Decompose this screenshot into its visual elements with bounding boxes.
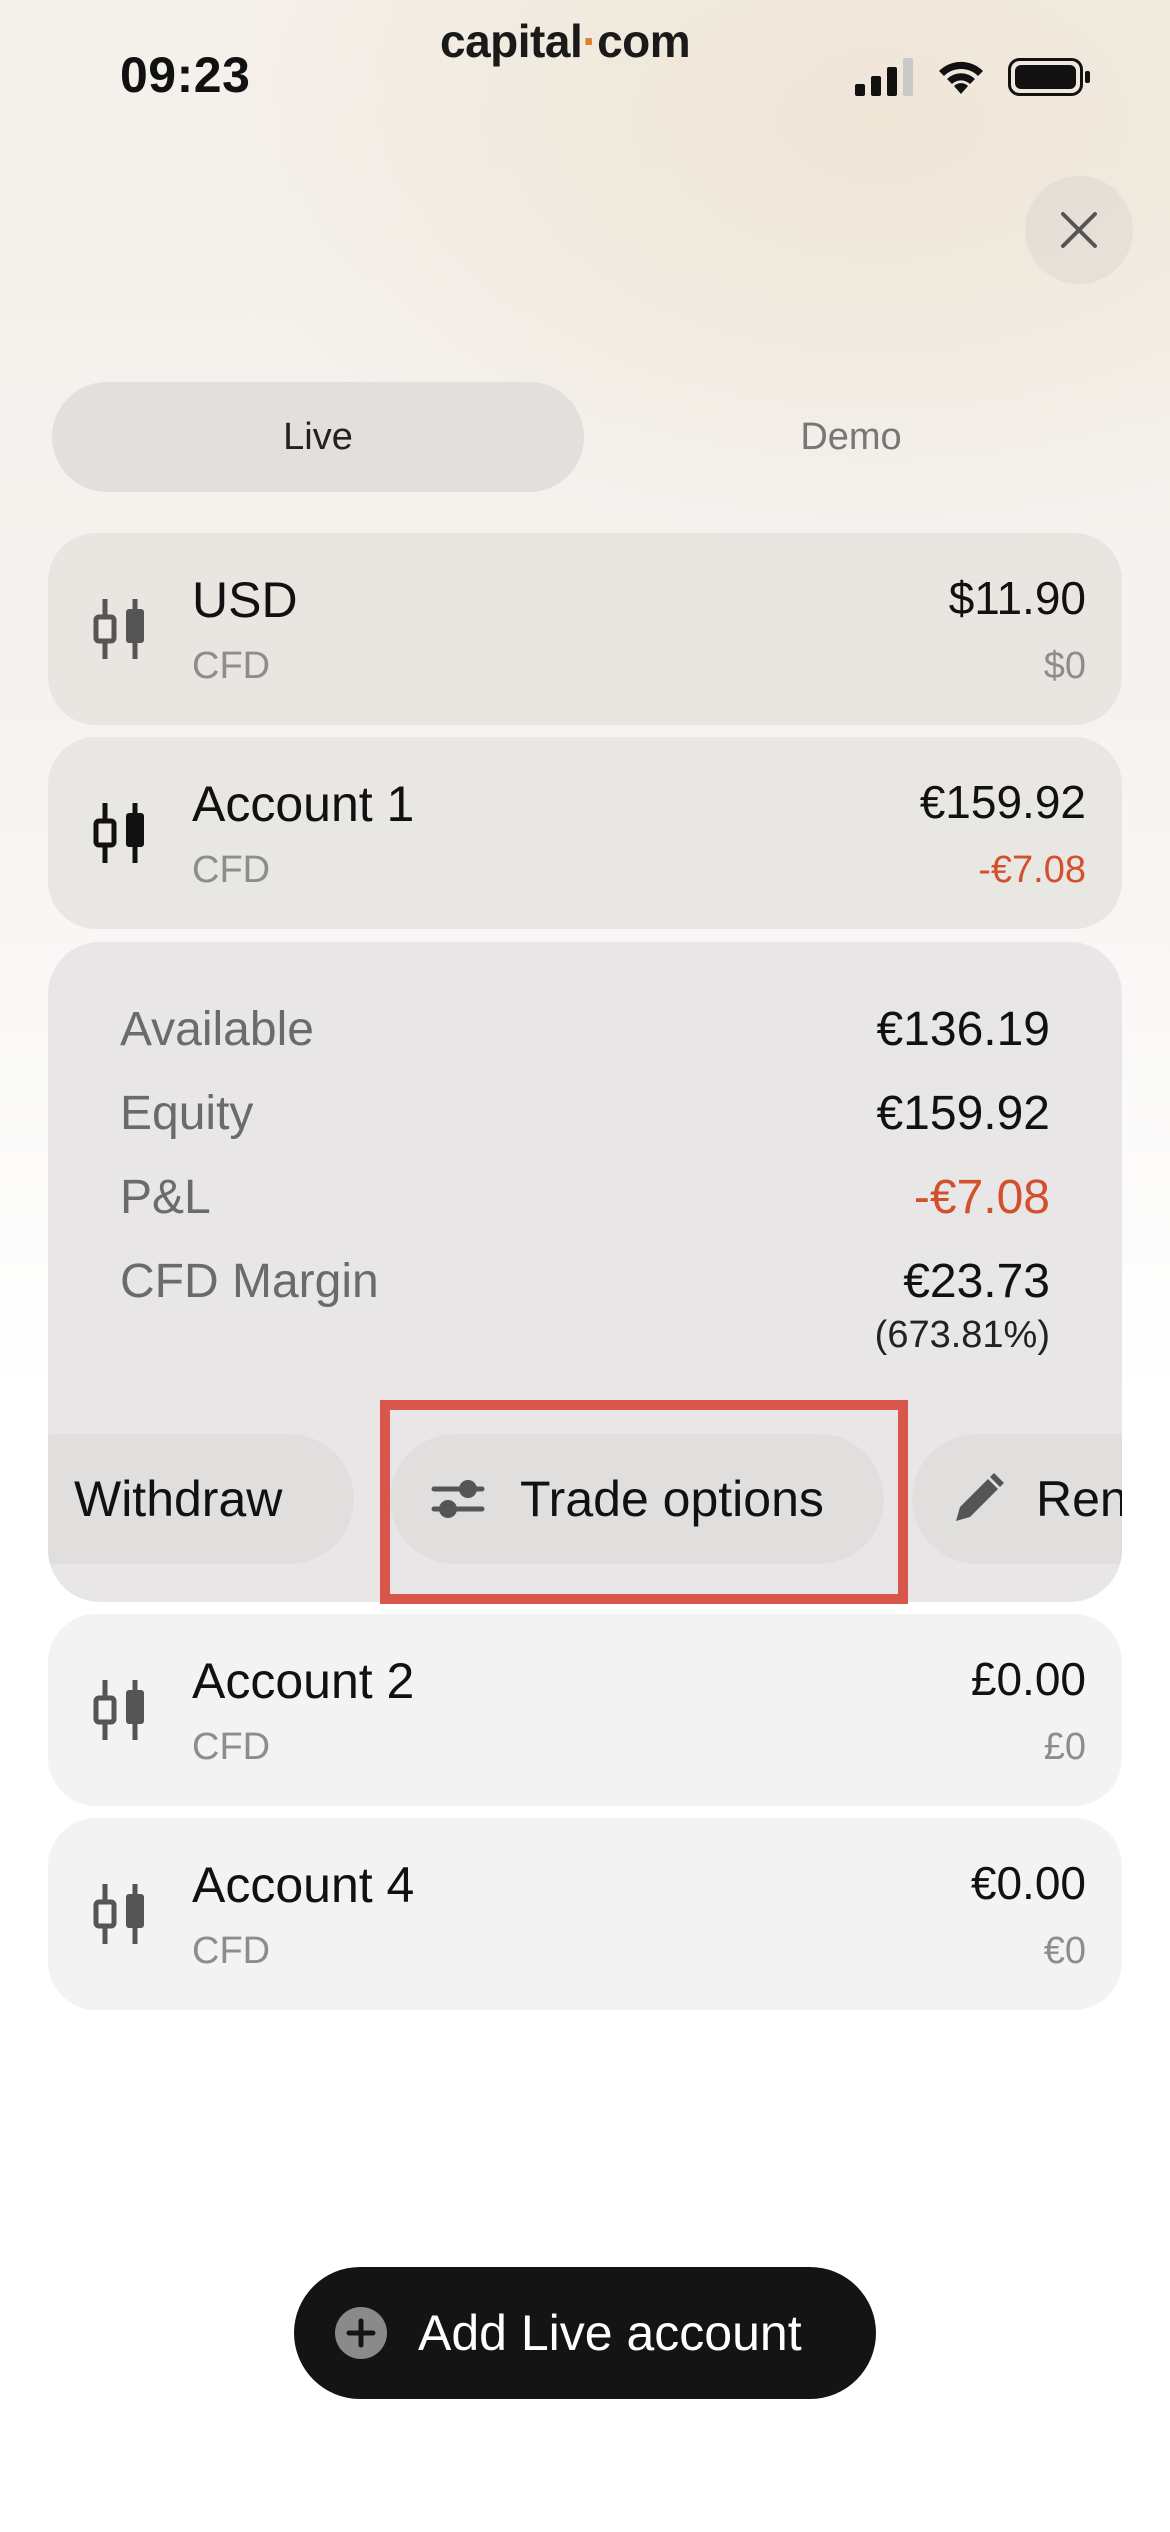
candlestick-icon [93, 1884, 144, 1944]
rename-label: Ren [1036, 1471, 1122, 1527]
margin-percentage: (673.81%) [874, 1314, 1050, 1356]
account-name: Account 4 [192, 1857, 415, 1913]
detail-label: P&L [120, 1171, 211, 1224]
brand-left: capital [440, 15, 583, 67]
account-card-account-1[interactable]: Account 1 CFD €159.92 -€7.08 [48, 737, 1122, 929]
detail-label: Available [120, 1003, 314, 1056]
battery-icon [1008, 58, 1090, 96]
rename-button[interactable]: Ren [912, 1434, 1122, 1564]
account-name: Account 2 [192, 1653, 415, 1709]
account-pnl: -€7.08 [978, 849, 1086, 891]
account-name: USD [192, 572, 298, 628]
account-pnl: £0 [1043, 1726, 1086, 1768]
status-time: 09:23 [120, 47, 251, 103]
account-pnl: €0 [1043, 1930, 1086, 1972]
brand-dot: · [582, 15, 598, 67]
wifi-icon [939, 61, 983, 94]
detail-value: -€7.08 [913, 1171, 1050, 1224]
plus-circle-icon [335, 2307, 387, 2359]
add-live-account-button[interactable]: Add Live account [294, 2267, 876, 2399]
withdraw-button[interactable]: Withdraw [48, 1434, 354, 1564]
detail-value: €136.19 [876, 1003, 1050, 1056]
tab-live[interactable]: Live [52, 382, 584, 492]
candlestick-icon [93, 599, 144, 659]
account-type: CFD [192, 1726, 271, 1768]
brand-logo: capital·com [440, 14, 691, 68]
account-type: CFD [192, 645, 271, 687]
detail-value: €23.73 [903, 1255, 1050, 1308]
account-balance: $11.90 [948, 572, 1086, 624]
close-button[interactable] [1025, 176, 1133, 284]
account-type: CFD [192, 849, 271, 891]
account-balance: £0.00 [970, 1653, 1086, 1705]
brand-right: com [597, 15, 691, 67]
pencil-icon [956, 1473, 1004, 1521]
candlestick-icon [93, 803, 144, 863]
account-mode-switch: Live Demo [52, 382, 1118, 492]
cellular-signal-icon [855, 58, 913, 96]
account-card-account-4[interactable]: Account 4 CFD €0.00 €0 [48, 1818, 1122, 2010]
account-name: Account 1 [192, 776, 415, 832]
account-balance: €159.92 [919, 776, 1086, 828]
account-balance: €0.00 [970, 1857, 1086, 1909]
account-pnl: $0 [1043, 645, 1086, 687]
add-live-account-label: Add Live account [418, 2305, 802, 2361]
account-card-account-2[interactable]: Account 2 CFD £0.00 £0 [48, 1614, 1122, 1806]
detail-value: €159.92 [876, 1087, 1050, 1140]
detail-label: CFD Margin [120, 1255, 379, 1308]
tab-demo[interactable]: Demo [584, 382, 1118, 492]
withdraw-label: Withdraw [74, 1471, 283, 1527]
close-icon [1061, 212, 1097, 248]
account-type: CFD [192, 1930, 271, 1972]
highlight-box [380, 1400, 908, 1604]
candlestick-icon [93, 1680, 144, 1740]
account-card-usd[interactable]: USD CFD $11.90 $0 [48, 533, 1122, 725]
detail-label: Equity [120, 1087, 254, 1140]
